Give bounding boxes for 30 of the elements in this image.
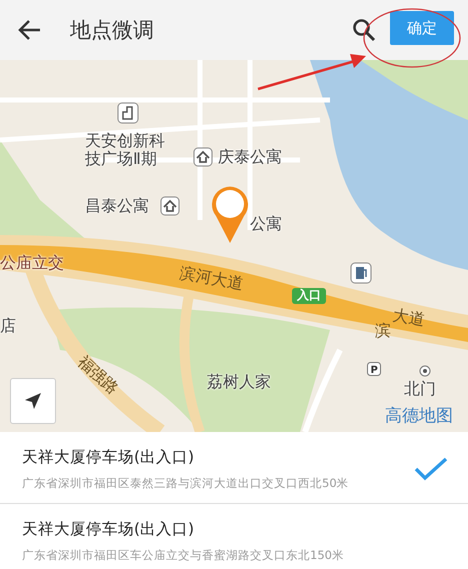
entrance-badge: 入口 bbox=[292, 288, 326, 304]
place-label: 北门 bbox=[404, 380, 436, 398]
road-label: 滨 bbox=[375, 322, 391, 340]
page-title: 地点微调 bbox=[70, 17, 155, 44]
road-label: 大道 bbox=[391, 306, 426, 330]
place-name: 天祥大厦停车场(出入口) bbox=[22, 518, 196, 540]
place-name: 天祥大厦停车场(出入口) bbox=[22, 446, 196, 468]
map-logo: 高德地图 bbox=[385, 407, 453, 427]
fuel-icon bbox=[350, 262, 372, 284]
place-label: 店 bbox=[0, 317, 16, 336]
location-pin-icon bbox=[210, 184, 250, 244]
house-icon bbox=[160, 196, 180, 216]
road-label: 滨河大道 bbox=[178, 264, 245, 294]
checkmark-icon bbox=[414, 456, 448, 480]
house-icon bbox=[193, 147, 213, 167]
locate-button[interactable] bbox=[10, 378, 56, 424]
place-address: 广东省深圳市福田区车公庙立交与香蜜湖路交叉口东北150米 bbox=[22, 548, 345, 562]
place-label: 昌泰公寓 bbox=[85, 197, 149, 216]
place-label: 天安创新科技广场Ⅱ期 bbox=[85, 132, 166, 169]
building-icon bbox=[117, 102, 139, 124]
search-icon[interactable] bbox=[352, 18, 376, 42]
back-arrow-icon[interactable] bbox=[18, 19, 42, 41]
place-label: 公寓 bbox=[250, 215, 282, 234]
road-label: 福强路 bbox=[74, 352, 122, 398]
place-label: 荔树人家 bbox=[207, 373, 271, 392]
place-address: 广东省深圳市福田区泰然三路与滨河大道出口交叉口西北50米 bbox=[22, 476, 350, 490]
place-label: 庆泰公寓 bbox=[218, 148, 282, 166]
parking-sign: P bbox=[370, 365, 378, 376]
navigation-arrow-icon bbox=[24, 392, 42, 410]
entrance-dot-icon bbox=[419, 365, 431, 377]
